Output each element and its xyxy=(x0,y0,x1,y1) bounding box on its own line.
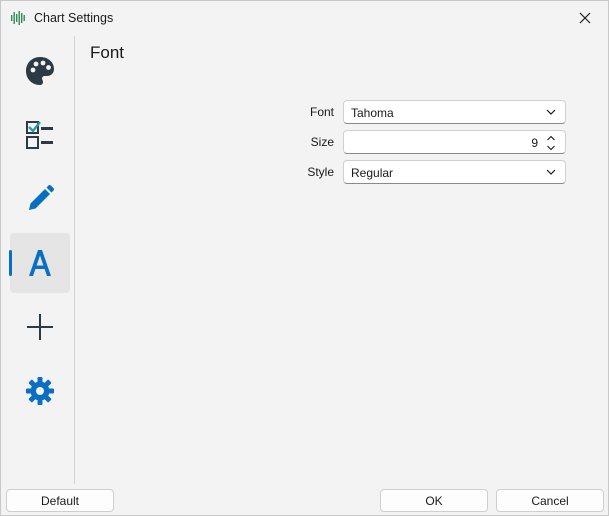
pencil-icon xyxy=(29,184,55,210)
sidebar-item-settings[interactable] xyxy=(10,361,70,421)
size-label: Size xyxy=(310,135,334,149)
close-icon xyxy=(579,12,591,24)
sidebar-item-edit[interactable] xyxy=(10,169,70,229)
chart-settings-window: Chart Settings Font Font Tahoma Size 9 S… xyxy=(0,0,609,516)
sidebar-item-appearance[interactable] xyxy=(10,41,70,101)
chevron-down-icon xyxy=(546,109,556,115)
font-label: Font xyxy=(309,105,334,119)
section-title: Font xyxy=(90,43,125,62)
size-value: 9 xyxy=(531,136,538,150)
sidebar-item-checklist[interactable] xyxy=(10,105,70,165)
gear-icon xyxy=(26,377,54,405)
spin-arrows-icon[interactable] xyxy=(546,134,556,152)
title-bar: Chart Settings xyxy=(1,1,608,35)
style-dropdown[interactable]: Regular xyxy=(343,160,566,184)
style-value: Regular xyxy=(351,166,394,180)
font-dropdown[interactable]: Tahoma xyxy=(343,100,566,124)
sidebar xyxy=(1,36,75,484)
font-value: Tahoma xyxy=(351,106,394,120)
plus-icon xyxy=(27,314,53,340)
chevron-down-icon xyxy=(546,169,556,175)
sidebar-item-crosshair[interactable] xyxy=(10,297,70,357)
default-button[interactable]: Default xyxy=(6,489,114,512)
style-label: Style xyxy=(307,165,334,179)
sidebar-item-font[interactable] xyxy=(9,233,70,293)
close-button[interactable] xyxy=(562,1,608,35)
palette-icon xyxy=(26,57,54,85)
cancel-button[interactable]: Cancel xyxy=(496,489,604,512)
size-stepper[interactable]: 9 xyxy=(343,130,566,154)
window-title: Chart Settings xyxy=(34,11,114,25)
font-a-icon xyxy=(29,250,51,276)
content-panel: Font Font Tahoma Size 9 Style Regular xyxy=(75,36,608,484)
waveform-icon xyxy=(11,11,25,25)
selection-indicator xyxy=(9,250,12,276)
checklist-icon xyxy=(26,121,53,149)
ok-button[interactable]: OK xyxy=(380,489,488,512)
